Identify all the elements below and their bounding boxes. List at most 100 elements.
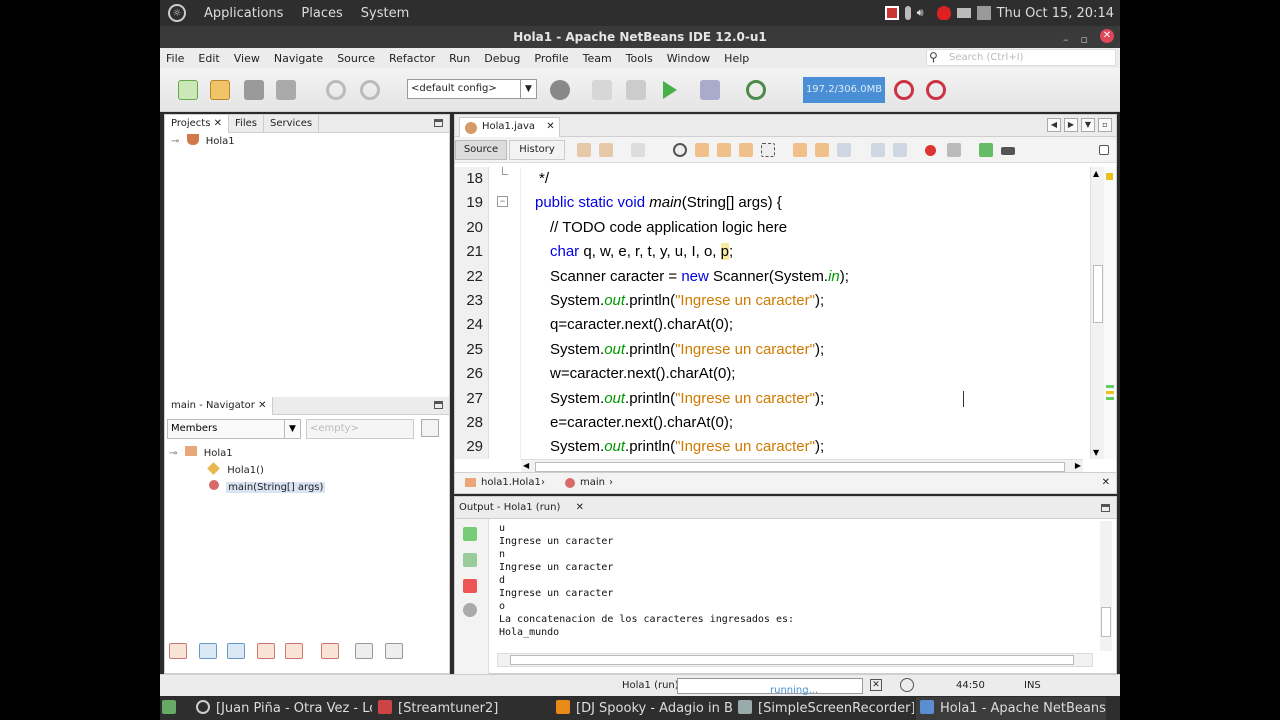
build-hammer-icon[interactable]	[592, 80, 612, 100]
cancel-task-icon[interactable]: ✕	[870, 679, 882, 691]
find-previous-icon[interactable]	[695, 143, 709, 157]
tab-hola1-java[interactable]: Hola1.java ✕	[459, 117, 560, 137]
window-titlebar[interactable]: Hola1 - Apache NetBeans IDE 12.0-u1 – ▫ …	[160, 26, 1120, 48]
memory-indicator[interactable]: 197.2/306.0MB	[803, 77, 885, 103]
error-stripe[interactable]	[1104, 167, 1116, 459]
new-file-icon[interactable]	[178, 80, 198, 100]
close-icon[interactable]: ✕	[546, 121, 554, 132]
comment-icon[interactable]	[979, 143, 993, 157]
history-button[interactable]: History	[509, 140, 565, 160]
change-marker-icon[interactable]	[1106, 391, 1114, 394]
fold-collapse-icon[interactable]: −	[497, 196, 508, 208]
toggle-bookmark-icon[interactable]	[837, 143, 851, 157]
run-icon[interactable]	[663, 81, 677, 99]
shield-icon[interactable]	[936, 6, 951, 20]
scroll-right-icon[interactable]: ▶	[1075, 461, 1081, 470]
close-icon[interactable]: ✕	[576, 502, 584, 513]
tab-services[interactable]: Services	[264, 114, 320, 133]
menu-run[interactable]: Run	[449, 52, 470, 65]
network-icon[interactable]	[956, 8, 971, 18]
scroll-down-icon[interactable]: ▼	[1093, 448, 1099, 457]
sort-name-icon[interactable]	[355, 643, 373, 659]
profiler-snapshot-icon[interactable]	[926, 80, 946, 100]
navigator-class-node[interactable]: ⊸ Hola1	[169, 445, 439, 462]
undo-icon[interactable]	[326, 80, 346, 100]
navigator-constructor-node[interactable]: Hola1()	[169, 462, 439, 479]
gnome-foot-icon[interactable]: ☼	[168, 4, 186, 22]
scroll-left-icon[interactable]: ◀	[523, 461, 529, 470]
new-project-icon[interactable]	[210, 80, 230, 100]
menu-help[interactable]: Help	[724, 52, 749, 65]
chevron-right-icon[interactable]: ▶	[1064, 118, 1078, 132]
toggle-highlight-icon[interactable]	[739, 143, 753, 157]
taskbar-item-music[interactable]: [Juan Piña - Otra Vez - Lo...	[196, 697, 372, 720]
scroll-thumb[interactable]	[1093, 265, 1103, 323]
scroll-up-icon[interactable]: ▲	[1093, 169, 1099, 178]
menu-refactor[interactable]: Refactor	[389, 52, 435, 65]
source-button[interactable]: Source	[455, 140, 507, 160]
split-icon[interactable]	[1099, 145, 1109, 155]
start-macro-icon[interactable]	[925, 145, 936, 156]
minimize-panel-icon[interactable]	[434, 119, 443, 127]
next-bookmark-icon[interactable]	[815, 143, 829, 157]
uncomment-icon[interactable]	[1001, 147, 1015, 155]
menu-navigate[interactable]: Navigate	[274, 52, 323, 65]
filter-nonpublic-icon[interactable]	[199, 643, 217, 659]
settings-icon[interactable]	[463, 603, 477, 617]
tab-navigator[interactable]: main - Navigator ✕	[165, 396, 274, 415]
redo-icon[interactable]	[360, 80, 380, 100]
scroll-thumb[interactable]	[1101, 607, 1111, 637]
scroll-thumb[interactable]	[510, 655, 1074, 665]
last-edit-icon[interactable]	[577, 143, 591, 157]
filter-inherited-icon[interactable]	[285, 643, 303, 659]
filter-fields-icon[interactable]	[169, 643, 187, 659]
filter-select[interactable]: <empty>	[306, 419, 414, 439]
tab-projects[interactable]: Projects ✕	[165, 114, 230, 133]
editor-horizontal-scrollbar[interactable]: ◀ ▶	[521, 459, 1083, 473]
chevron-down-icon[interactable]: ▼	[1081, 118, 1095, 132]
taskbar-item-recorder[interactable]: [SimpleScreenRecorder]	[738, 697, 914, 720]
breadcrumb-method[interactable]: main	[580, 477, 605, 488]
select-icon[interactable]	[761, 143, 775, 157]
taskbar-item-netbeans[interactable]: Hola1 - Apache NetBeans...	[916, 697, 1106, 720]
code-area[interactable]: 18 */ 19 − public static void main(Strin…	[455, 167, 1087, 459]
change-marker-icon[interactable]	[1106, 397, 1114, 400]
stop-macro-icon[interactable]	[947, 143, 961, 157]
debug-icon[interactable]	[700, 80, 720, 100]
rerun-different-icon[interactable]	[463, 553, 477, 567]
prev-bookmark-icon[interactable]	[793, 143, 807, 157]
breadcrumb-class[interactable]: hola1.Hola1	[481, 477, 541, 488]
chevron-left-icon[interactable]: ◀	[1047, 118, 1061, 132]
close-window-button[interactable]: ✕	[1100, 29, 1114, 43]
screen-recorder-icon[interactable]	[884, 6, 899, 20]
taskbar-item-vlc[interactable]: [DJ Spooky - Adagio in Bl...	[556, 697, 734, 720]
menu-source[interactable]: Source	[337, 52, 375, 65]
output-console[interactable]: u Ingrese un caracter n Ingrese un carac…	[499, 522, 794, 639]
minimize-panel-icon[interactable]	[1101, 504, 1110, 512]
taskbar-item-streamtuner[interactable]: [Streamtuner2]	[378, 697, 528, 720]
progress-bar[interactable]: running...	[677, 678, 863, 696]
show-desktop-button[interactable]	[162, 697, 184, 720]
warning-marker-icon[interactable]	[1106, 173, 1113, 180]
output-vertical-scrollbar[interactable]	[1100, 521, 1112, 651]
navigator-method-node[interactable]: main(String[] args)	[169, 479, 439, 496]
volume-icon[interactable]: 🔊︎	[917, 6, 931, 20]
back-icon[interactable]	[599, 143, 613, 157]
find-next-icon[interactable]	[717, 143, 731, 157]
menu-view[interactable]: View	[234, 52, 260, 65]
members-select[interactable]: Members ▼	[167, 419, 301, 439]
minimize-panel-icon[interactable]	[434, 401, 443, 409]
config-select[interactable]: <default config> ▼	[407, 79, 537, 99]
filter-icon[interactable]	[421, 419, 439, 437]
quick-search-input[interactable]: ⚲ Search (Ctrl+I)	[926, 49, 1116, 66]
expand-icon[interactable]: ⊸	[171, 136, 179, 147]
profile-icon[interactable]	[746, 80, 766, 100]
expand-icon[interactable]: ⊸	[169, 448, 177, 459]
close-icon[interactable]: ✕	[258, 400, 266, 411]
menu-team[interactable]: Team	[583, 52, 612, 65]
forward-icon[interactable]	[631, 143, 645, 157]
gc-icon[interactable]	[894, 80, 914, 100]
output-horizontal-scrollbar[interactable]	[497, 653, 1093, 667]
applications-menu[interactable]: Applications	[204, 6, 283, 21]
project-node[interactable]: ⊸ Hola1	[165, 133, 449, 150]
